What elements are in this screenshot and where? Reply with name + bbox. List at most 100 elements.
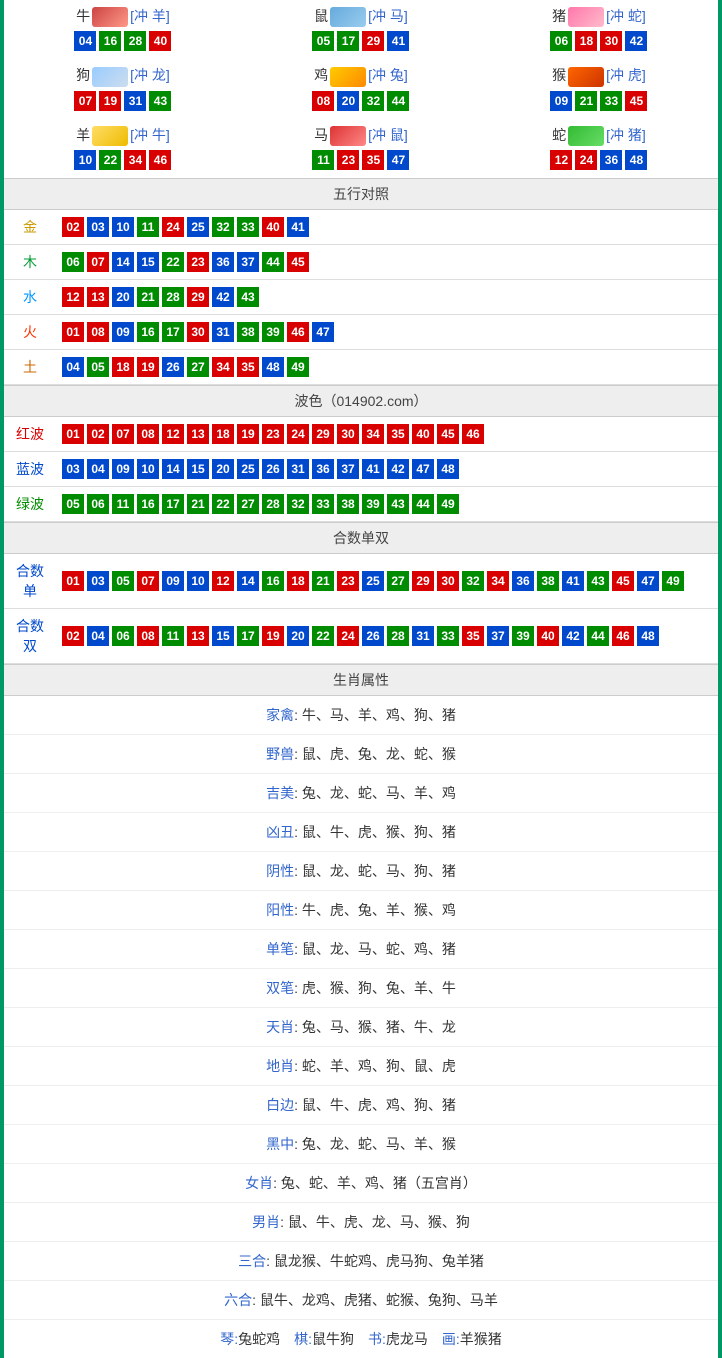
attr-row: 六合: 鼠牛、龙鸡、虎猪、蛇猴、兔狗、马羊	[4, 1281, 718, 1320]
number-ball: 40	[412, 424, 434, 444]
number-ball: 09	[112, 459, 134, 479]
number-ball: 23	[337, 150, 359, 170]
number-ball: 13	[87, 287, 109, 307]
number-ball: 44	[587, 626, 609, 646]
bose-row: 红波0102070812131819232429303435404546	[4, 417, 718, 452]
number-ball: 12	[212, 571, 234, 591]
attr-value: 鼠、龙、马、蛇、鸡、猪	[302, 941, 456, 957]
zodiac-chong: [冲 鼠]	[368, 127, 408, 143]
number-ball: 44	[387, 91, 409, 111]
attr-value: 牛、马、羊、鸡、狗、猪	[302, 707, 456, 723]
number-ball: 27	[387, 571, 409, 591]
attr-row: 女肖: 兔、蛇、羊、鸡、猪（五宫肖）	[4, 1164, 718, 1203]
number-ball: 49	[287, 357, 309, 377]
zodiac-name: 牛	[76, 8, 90, 24]
number-ball: 11	[112, 494, 134, 514]
number-ball: 32	[362, 91, 384, 111]
number-ball: 06	[112, 626, 134, 646]
attr-key: 凶丑	[266, 824, 294, 840]
row-label: 土	[4, 349, 56, 384]
number-ball: 41	[287, 217, 309, 237]
number-ball: 36	[512, 571, 534, 591]
number-ball: 35	[362, 150, 384, 170]
zodiac-chong: [冲 蛇]	[606, 8, 646, 24]
number-ball: 39	[512, 626, 534, 646]
attr-row: 凶丑: 鼠、牛、虎、猴、狗、猪	[4, 813, 718, 852]
number-ball: 09	[162, 571, 184, 591]
number-ball: 17	[237, 626, 259, 646]
number-ball: 42	[387, 459, 409, 479]
number-ball: 02	[62, 217, 84, 237]
number-ball: 13	[187, 626, 209, 646]
wuxing-row: 土04051819262734354849	[4, 349, 718, 384]
attr-sep: :	[266, 1253, 274, 1269]
number-ball: 11	[137, 217, 159, 237]
number-ball: 14	[237, 571, 259, 591]
zodiac-nums: 04162840	[4, 31, 242, 51]
number-ball: 11	[162, 626, 184, 646]
number-ball: 20	[337, 91, 359, 111]
number-ball: 37	[237, 252, 259, 272]
zodiac-nums: 12243648	[480, 150, 718, 170]
number-ball: 36	[312, 459, 334, 479]
number-ball: 25	[362, 571, 384, 591]
attr-value: 鼠、龙、蛇、马、狗、猪	[302, 863, 456, 879]
row-nums: 04051819262734354849	[56, 349, 718, 384]
attr-key: 地肖	[266, 1058, 294, 1074]
number-ball: 30	[337, 424, 359, 444]
attr-row: 地肖: 蛇、羊、鸡、狗、鼠、虎	[4, 1047, 718, 1086]
zodiac-chong: [冲 龙]	[130, 67, 170, 83]
number-ball: 30	[187, 322, 209, 342]
zodiac-chong: [冲 兔]	[368, 67, 408, 83]
row-label: 红波	[4, 417, 56, 452]
number-ball: 38	[537, 571, 559, 591]
attr-sep: :	[294, 1097, 302, 1113]
attr-value: 牛、虎、兔、羊、猴、鸡	[302, 902, 456, 918]
section-header-heshu: 合数单双	[4, 522, 718, 554]
attr-row: 家禽: 牛、马、羊、鸡、狗、猪	[4, 696, 718, 735]
number-ball: 01	[62, 571, 84, 591]
number-ball: 18	[287, 571, 309, 591]
number-ball: 29	[312, 424, 334, 444]
number-ball: 35	[387, 424, 409, 444]
zodiac-title: 羊[冲 牛]	[4, 125, 242, 146]
number-ball: 03	[87, 571, 109, 591]
number-ball: 47	[637, 571, 659, 591]
number-ball: 21	[575, 91, 597, 111]
bottom-key: 画:	[442, 1331, 460, 1347]
attr-row: 阴性: 鼠、龙、蛇、马、狗、猪	[4, 852, 718, 891]
zodiac-name: 鸡	[314, 67, 328, 83]
number-ball: 06	[87, 494, 109, 514]
number-ball: 24	[337, 626, 359, 646]
number-ball: 04	[87, 459, 109, 479]
number-ball: 01	[62, 322, 84, 342]
number-ball: 48	[437, 459, 459, 479]
attr-sep: :	[294, 1058, 302, 1074]
row-label: 蓝波	[4, 451, 56, 486]
number-ball: 15	[187, 459, 209, 479]
attr-value: 鼠、牛、虎、鸡、狗、猪	[302, 1097, 456, 1113]
number-ball: 17	[337, 31, 359, 51]
number-ball: 03	[62, 459, 84, 479]
bose-row: 蓝波03040910141520252631363741424748	[4, 451, 718, 486]
number-ball: 33	[600, 91, 622, 111]
number-ball: 37	[337, 459, 359, 479]
zodiac-chong: [冲 牛]	[130, 127, 170, 143]
number-ball: 36	[600, 150, 622, 170]
attr-key: 黑中	[266, 1136, 294, 1152]
number-ball: 33	[237, 217, 259, 237]
wuxing-row: 金02031011242532334041	[4, 210, 718, 245]
number-ball: 22	[312, 626, 334, 646]
attr-sep: :	[294, 785, 302, 801]
zodiac-title: 猴[冲 虎]	[480, 65, 718, 86]
section-header-shuxing: 生肖属性	[4, 664, 718, 696]
attr-value: 鼠牛、龙鸡、虎猪、蛇猴、兔狗、马羊	[260, 1292, 498, 1308]
number-ball: 33	[312, 494, 334, 514]
wuxing-row: 木06071415222336374445	[4, 244, 718, 279]
number-ball: 32	[462, 571, 484, 591]
row-label: 金	[4, 210, 56, 245]
number-ball: 07	[137, 571, 159, 591]
number-ball: 24	[575, 150, 597, 170]
number-ball: 27	[237, 494, 259, 514]
number-ball: 18	[112, 357, 134, 377]
